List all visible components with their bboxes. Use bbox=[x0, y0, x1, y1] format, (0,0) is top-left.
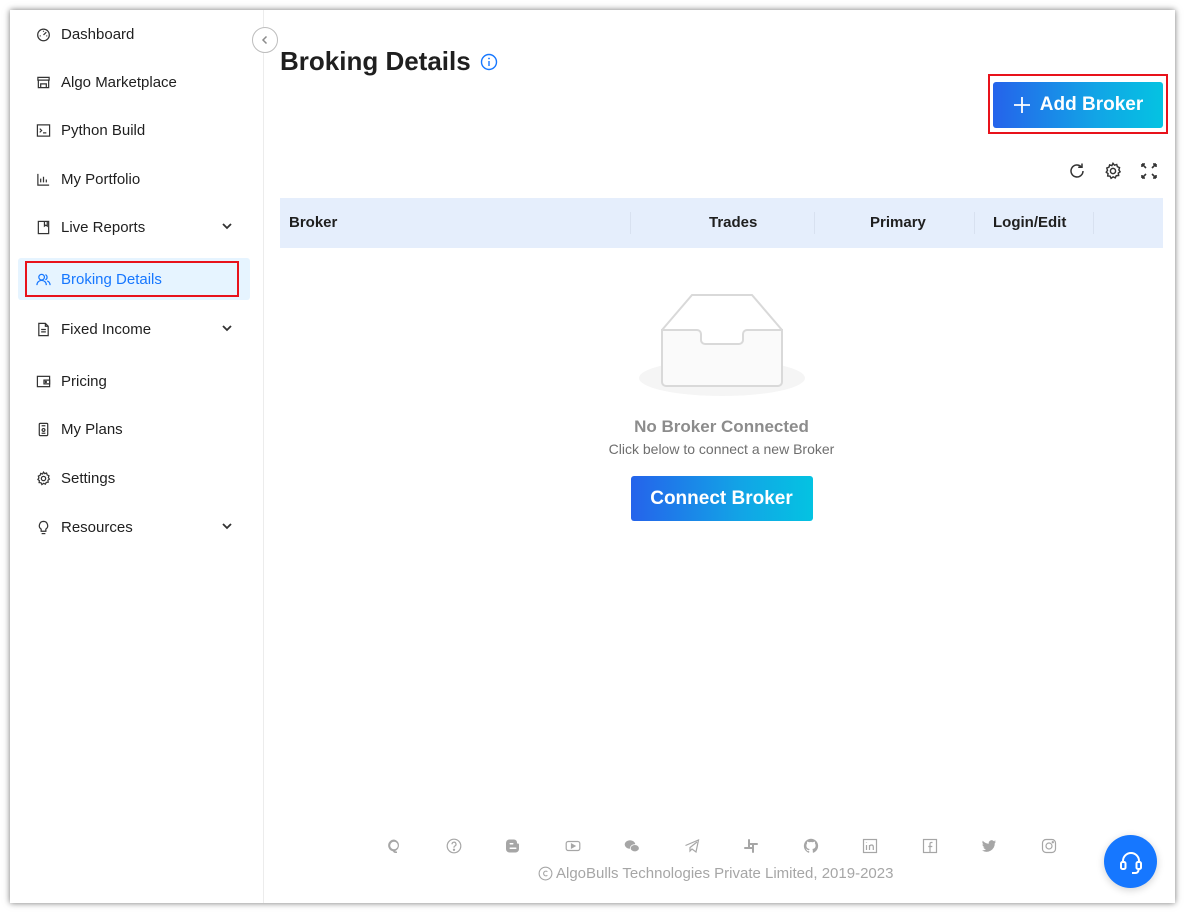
reload-icon[interactable] bbox=[1068, 162, 1088, 182]
add-broker-highlight: Add Broker bbox=[988, 74, 1168, 134]
column-divider bbox=[974, 212, 975, 234]
telegram-icon[interactable] bbox=[684, 838, 700, 854]
youtube-icon[interactable] bbox=[565, 838, 581, 854]
gear-icon bbox=[35, 470, 51, 486]
add-broker-label: Add Broker bbox=[1039, 94, 1144, 115]
column-header-broker[interactable]: Broker bbox=[289, 214, 337, 231]
sidebar-item-live-reports[interactable]: Live Reports bbox=[18, 206, 250, 248]
column-header-primary[interactable]: Primary bbox=[870, 214, 926, 231]
sidebar-item-pricing[interactable]: Pricing bbox=[18, 360, 250, 402]
facebook-icon[interactable] bbox=[922, 838, 938, 854]
sidebar-item-label: Dashboard bbox=[61, 25, 135, 43]
support-chat-button[interactable] bbox=[1104, 835, 1157, 888]
user-group-icon bbox=[35, 271, 51, 287]
chevron-down-icon bbox=[222, 223, 232, 230]
instagram-icon[interactable] bbox=[1041, 838, 1057, 854]
table-toolbar bbox=[1068, 162, 1160, 182]
empty-state-title: No Broker Connected bbox=[634, 417, 809, 436]
sidebar-item-label: Broking Details bbox=[61, 270, 162, 288]
wechat-icon[interactable] bbox=[624, 838, 640, 854]
help-icon[interactable] bbox=[446, 838, 462, 854]
sidebar-item-my-plans[interactable]: My Plans bbox=[18, 408, 250, 450]
column-divider bbox=[814, 212, 815, 234]
chevron-left-icon bbox=[261, 35, 268, 45]
table-header: Broker Trades Primary Login/Edit bbox=[280, 198, 1163, 248]
copyright: AlgoBulls Technologies Private Limited, … bbox=[538, 865, 893, 882]
connect-broker-button[interactable]: Connect Broker bbox=[630, 476, 813, 521]
add-broker-button[interactable]: Add Broker bbox=[993, 82, 1163, 128]
sidebar-item-label: Settings bbox=[61, 469, 116, 487]
column-header-trades[interactable]: Trades bbox=[709, 214, 757, 231]
sidebar-item-label: My Plans bbox=[61, 420, 123, 438]
sidebar-item-resources[interactable]: Resources bbox=[18, 506, 250, 548]
column-settings-icon[interactable] bbox=[1104, 162, 1124, 182]
wallet-icon bbox=[35, 373, 51, 389]
sidebar-item-label: Live Reports bbox=[61, 218, 146, 236]
headset-icon bbox=[1119, 851, 1142, 874]
sidebar-item-label: Fixed Income bbox=[61, 320, 152, 338]
sidebar-item-fixed-income[interactable]: Fixed Income bbox=[18, 308, 250, 350]
quora-icon[interactable] bbox=[386, 838, 402, 854]
fullscreen-icon[interactable] bbox=[1140, 162, 1160, 182]
book-icon bbox=[35, 219, 51, 235]
sidebar-item-my-portfolio[interactable]: My Portfolio bbox=[18, 158, 250, 200]
slack-icon[interactable] bbox=[743, 838, 759, 854]
sidebar-item-broking-details[interactable]: Broking Details bbox=[18, 258, 250, 300]
empty-inbox-icon bbox=[638, 294, 805, 396]
dashboard-icon bbox=[35, 26, 51, 42]
collapse-sidebar-button[interactable] bbox=[252, 27, 278, 53]
plan-icon bbox=[35, 421, 51, 437]
sidebar-item-settings[interactable]: Settings bbox=[18, 457, 250, 499]
plus-icon bbox=[1013, 97, 1030, 113]
sidebar-item-label: Pricing bbox=[61, 372, 107, 390]
column-divider bbox=[630, 212, 631, 234]
column-divider bbox=[1093, 212, 1094, 234]
sidebar-item-label: Resources bbox=[61, 518, 133, 536]
bulb-icon bbox=[35, 519, 51, 535]
sidebar: Dashboard Algo Marketplace Python Build … bbox=[10, 10, 264, 903]
shop-icon bbox=[35, 74, 51, 90]
info-icon[interactable] bbox=[480, 53, 498, 71]
page-title: Broking Details bbox=[280, 46, 471, 76]
chevron-down-icon bbox=[222, 325, 232, 332]
code-icon bbox=[35, 122, 51, 138]
sidebar-item-label: My Portfolio bbox=[61, 170, 141, 188]
linkedin-icon[interactable] bbox=[862, 838, 878, 854]
file-icon bbox=[35, 321, 51, 337]
twitter-icon[interactable] bbox=[981, 838, 997, 854]
sidebar-item-python-build[interactable]: Python Build bbox=[18, 109, 250, 151]
empty-state: No Broker Connected Click below to conne… bbox=[280, 290, 1163, 521]
blogger-icon[interactable] bbox=[505, 838, 521, 854]
empty-state-subtitle: Click below to connect a new Broker bbox=[608, 441, 835, 457]
sidebar-item-dashboard[interactable]: Dashboard bbox=[18, 13, 250, 55]
social-links bbox=[386, 838, 1057, 854]
sidebar-item-label: Python Build bbox=[61, 121, 146, 139]
sidebar-item-algo-marketplace[interactable]: Algo Marketplace bbox=[18, 61, 250, 103]
page-header: Broking Details bbox=[280, 46, 498, 77]
chevron-down-icon bbox=[222, 523, 232, 530]
bar-chart-icon bbox=[35, 171, 51, 187]
app-window: Dashboard Algo Marketplace Python Build … bbox=[10, 10, 1175, 903]
github-icon[interactable] bbox=[803, 838, 819, 854]
sidebar-item-label: Algo Marketplace bbox=[61, 73, 177, 91]
copyright-icon bbox=[538, 866, 553, 881]
column-header-login-edit[interactable]: Login/Edit bbox=[993, 214, 1066, 231]
copyright-text: AlgoBulls Technologies Private Limited, … bbox=[556, 865, 894, 882]
